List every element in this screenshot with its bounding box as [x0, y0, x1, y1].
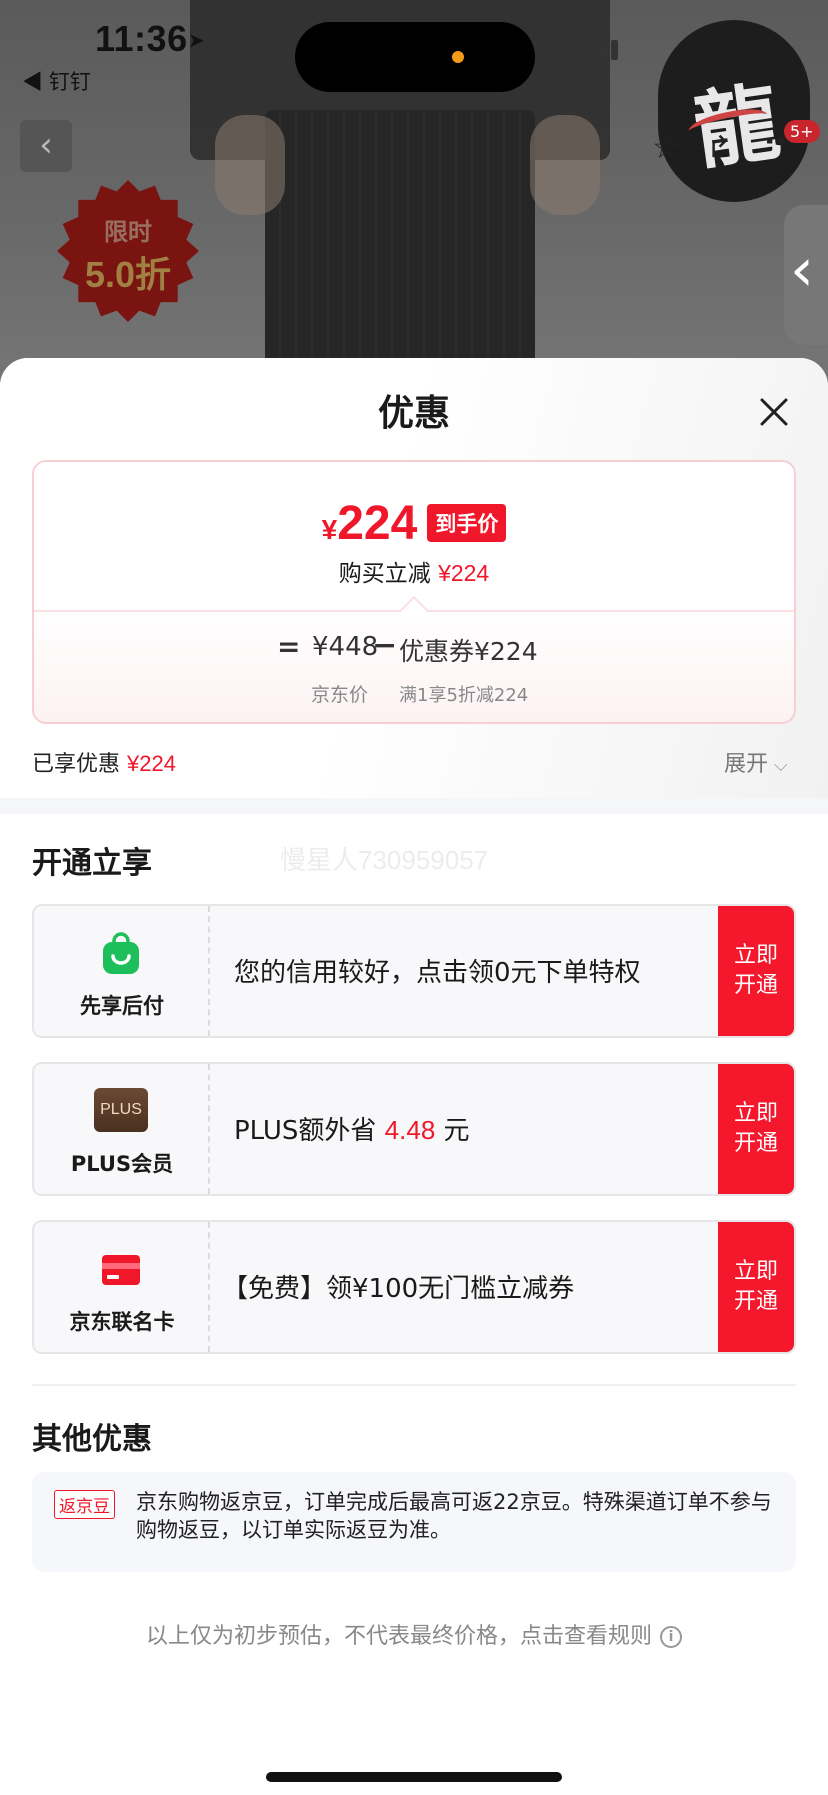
shopping-bag-icon — [103, 932, 139, 974]
recording-dot-icon — [452, 51, 464, 63]
signal-icon — [578, 40, 618, 60]
bean-rebate-tag: 返京豆 — [54, 1490, 115, 1519]
coupon-caption: 满1享5折减224 — [399, 685, 529, 706]
credit-card-icon — [102, 1255, 140, 1285]
section-divider-band — [0, 798, 828, 814]
back-to-app-link[interactable]: ◀ 钉钉 — [22, 66, 91, 96]
other-section-title: 其他优惠 — [32, 1422, 152, 1457]
sale-badge-label: 限时 — [104, 218, 152, 246]
plus-badge-text: PLUS — [100, 1101, 142, 1118]
product-image-hand — [215, 115, 285, 215]
status-time: 11:36 — [95, 18, 188, 59]
watermark: 慢星人730959057 — [280, 845, 489, 875]
dynamic-island — [295, 22, 535, 92]
bean-rebate-notice: 返京豆 京东购物返京豆，订单完成后最高可返22京豆。特殊渠道订单不参与购物返豆，… — [32, 1472, 796, 1572]
card-description-suffix: 元 — [443, 1116, 470, 1146]
bean-rebate-text: 京东购物返京豆，订单完成后最高可返22京豆。特殊渠道订单不参与购物返豆，以订单实… — [136, 1490, 772, 1542]
discount-sheet: 优惠 ¥ 224 到手价 购买立减 ¥224 = ¥448 − 优惠券¥224 … — [0, 358, 828, 1795]
sheet-title: 优惠 — [377, 393, 450, 434]
product-image-hand — [530, 115, 600, 215]
divider — [32, 1384, 796, 1386]
equals-sign: = — [277, 630, 301, 663]
price-summary-card: ¥ 224 到手价 购买立减 ¥224 = ¥448 − 优惠券¥224 京东价… — [32, 460, 796, 724]
card-description: PLUS额外省 4.48 元 — [234, 1110, 470, 1147]
final-price-tag: 到手价 — [427, 504, 507, 542]
chevron-down-icon: ⌵ — [774, 755, 788, 776]
minus-sign: − — [372, 628, 398, 663]
card-name: 先享后付 — [80, 994, 164, 1018]
card-name: PLUS会员 — [70, 1152, 174, 1176]
open-now-button[interactable]: 立即 开通 — [718, 906, 794, 1036]
card-description: 您的信用较好，点击领0元下单特权 — [234, 958, 641, 988]
close-icon[interactable] — [754, 392, 794, 432]
card-left-panel: PLUS PLUS会员 — [34, 1064, 210, 1194]
card-left-panel: 先享后付 — [34, 906, 210, 1036]
home-indicator — [266, 1772, 562, 1782]
jd-price-caption: 京东价 — [311, 684, 369, 706]
price-value: 224 — [337, 497, 418, 550]
location-arrow-icon: ➤ — [188, 28, 205, 52]
final-price: ¥ 224 到手价 — [34, 496, 794, 551]
card-description: 【免费】领¥100无门槛立减券 — [222, 1274, 575, 1304]
shop-logo[interactable]: 龍 — [658, 20, 810, 202]
share-icon[interactable]: ↱ — [706, 130, 731, 165]
instant-reduction: 购买立减 ¥224 — [34, 554, 794, 588]
enjoyed-discount-value: ¥224 — [127, 751, 176, 776]
jd-price: ¥448 — [312, 632, 379, 662]
price-currency: ¥ — [321, 514, 338, 545]
expand-button[interactable]: 展开 ⌵ — [724, 746, 788, 778]
card-name: 京东联名卡 — [69, 1310, 175, 1334]
instant-reduction-value: ¥224 — [438, 560, 490, 586]
side-drawer-handle[interactable]: ‹ — [784, 205, 828, 345]
coupon-discount: 优惠券¥224 — [399, 637, 538, 666]
card-left-panel: 京东联名卡 — [34, 1222, 210, 1352]
message-count-badge: 5+ — [784, 120, 820, 143]
plus-member-card: PLUS PLUS会员 PLUS额外省 4.48 元 立即 开通 — [32, 1062, 796, 1196]
card-description-value: 4.48 — [384, 1115, 436, 1145]
enjoyed-discount-label: 已享优惠 — [32, 752, 121, 777]
card-description-prefix: PLUS额外省 — [234, 1116, 377, 1146]
open-now-button[interactable]: 立即 开通 — [718, 1064, 794, 1194]
open-now-button[interactable]: 立即 开通 — [718, 1222, 794, 1352]
disclaimer-text: 以上仅为初步预估，不代表最终价格，点击查看规则 — [145, 1624, 652, 1649]
plus-badge-icon: PLUS — [94, 1088, 148, 1132]
expand-label: 展开 — [724, 752, 769, 777]
rules-link[interactable]: 以上仅为初步预估，不代表最终价格，点击查看规则 i — [0, 1618, 828, 1650]
product-image-pants — [265, 110, 535, 400]
instant-reduction-label: 购买立减 — [338, 561, 431, 587]
favorite-star-icon[interactable]: ☆ — [652, 128, 681, 166]
info-icon: i — [660, 1626, 682, 1648]
pay-later-card: 先享后付 您的信用较好，点击领0元下单特权 立即 开通 — [32, 904, 796, 1038]
enjoyed-discount: 已享优惠 ¥224 — [32, 746, 176, 778]
back-button[interactable]: ‹ — [20, 120, 72, 172]
sale-badge-discount: 5.0折 — [84, 254, 172, 295]
co-branded-card: 京东联名卡 【免费】领¥100无门槛立减券 立即 开通 — [32, 1220, 796, 1354]
open-section-title: 开通立享 — [32, 846, 152, 881]
